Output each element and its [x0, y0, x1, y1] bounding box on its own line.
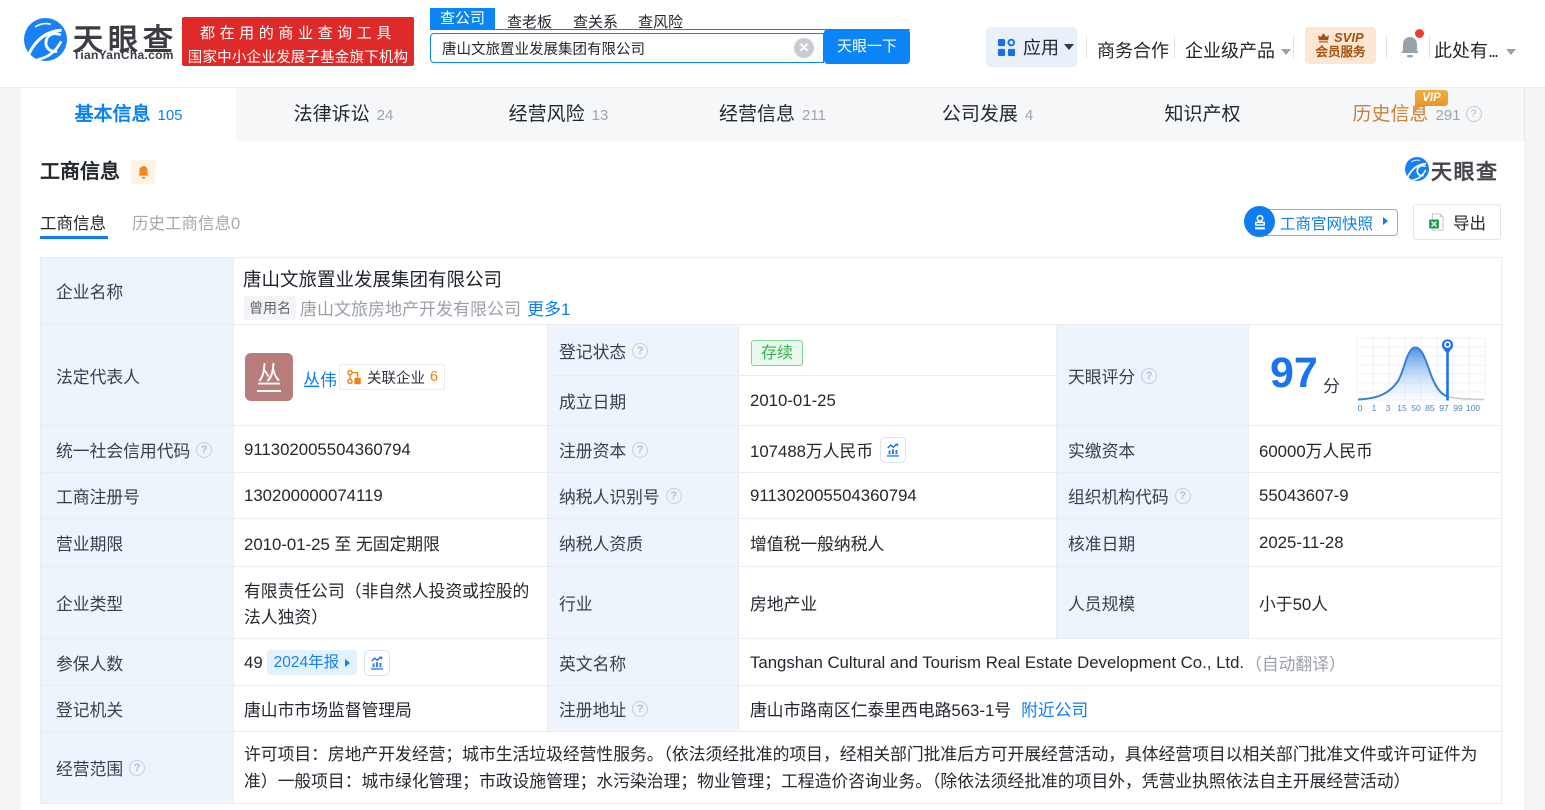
svg-text:85: 85: [1425, 403, 1435, 413]
svg-text:97: 97: [1439, 403, 1449, 413]
svg-text:99: 99: [1453, 403, 1463, 413]
svg-text:100: 100: [1466, 403, 1480, 413]
svg-text:15: 15: [1397, 403, 1407, 413]
svg-text:50: 50: [1411, 403, 1421, 413]
svg-text:1: 1: [1372, 403, 1377, 413]
svg-text:3: 3: [1386, 403, 1391, 413]
svg-text:0: 0: [1358, 403, 1363, 413]
